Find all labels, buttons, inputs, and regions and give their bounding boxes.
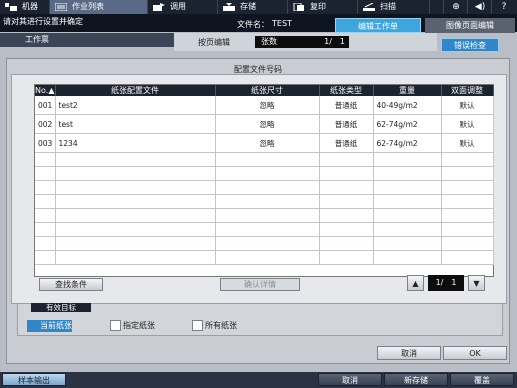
nav-copy[interactable]: 复印: [288, 0, 358, 14]
nav-scan[interactable]: 扫描: [358, 0, 430, 14]
cell-name: test: [55, 114, 216, 134]
checkbox-icon: [110, 320, 121, 331]
column-header-size[interactable]: 纸张尺寸: [215, 85, 320, 96]
empty-row: [35, 208, 494, 223]
valid-target-title: 有效目标: [31, 303, 91, 312]
nav-label: 机器: [22, 2, 38, 11]
cell-weight: 62-74g/m2: [373, 114, 442, 134]
dialog-ok-button[interactable]: OK: [443, 346, 507, 360]
cell-size: 忽略: [215, 133, 320, 153]
cell-size: 忽略: [215, 114, 320, 134]
search-conditions-button[interactable]: 查找条件: [39, 278, 103, 291]
valid-target-group: 有效目标 当前纸张 指定纸张 所有纸张: [17, 303, 503, 336]
recall-icon: [153, 3, 165, 11]
dialog-content-panel: No.▲ 纸张配置文件 纸张尺寸 纸张类型 重量 双面调整 001 test2 …: [11, 74, 507, 304]
error-check-button[interactable]: 错误检查: [441, 38, 499, 52]
filename-value: TEST: [272, 19, 292, 28]
page-down-button[interactable]: ▼: [468, 275, 485, 291]
cell-name: 1234: [55, 133, 216, 153]
page-edit-label: 按页编辑: [198, 38, 230, 47]
option-label: 所有纸张: [205, 321, 237, 330]
column-header-duplex[interactable]: 双面调整: [441, 85, 494, 96]
table-row[interactable]: 001 test2 忽略 普通纸 40-49g/m2 默认: [35, 96, 494, 115]
page-up-button[interactable]: ▲: [407, 275, 424, 291]
column-header-weight[interactable]: 重量: [373, 85, 442, 96]
nav-label: 扫描: [380, 2, 396, 11]
empty-row: [35, 152, 494, 167]
empty-row: [35, 250, 494, 265]
checkbox-icon: [192, 320, 203, 331]
speaker-icon[interactable]: ◀): [467, 0, 492, 14]
overwrite-button[interactable]: 覆盖: [450, 373, 514, 386]
empty-row: [35, 166, 494, 181]
cell-name: test2: [55, 96, 216, 115]
option-current-paper[interactable]: 当前纸张: [27, 320, 97, 332]
triangle-down-icon: ▼: [473, 279, 480, 288]
nav-label: 作业列表: [72, 2, 104, 11]
table-row[interactable]: 003 1234 忽略 普通纸 62-74g/m2 默认: [35, 133, 494, 153]
nav-label: 复印: [310, 2, 326, 11]
help-icon[interactable]: ?: [491, 0, 516, 14]
cell-no: 001: [35, 96, 56, 115]
status-message: 请对其进行设置并确定: [3, 17, 83, 26]
sample-output-button[interactable]: 样本输出: [2, 373, 66, 386]
cell-type: 普通纸: [319, 96, 374, 115]
empty-row: [35, 180, 494, 195]
dialog-cancel-button[interactable]: 取消: [377, 346, 441, 360]
job-ticket-header: 工作票: [0, 33, 174, 47]
mode-bar: 按页编辑 张数 1/ 1: [174, 33, 437, 51]
nav-label: 调用: [170, 2, 186, 11]
option-specified-paper[interactable]: 指定纸张: [110, 320, 180, 332]
triangle-up-icon: ▲: [412, 279, 419, 288]
cancel-button[interactable]: 取消: [318, 373, 382, 386]
option-label: 指定纸张: [123, 321, 155, 330]
storage-icon: [223, 3, 235, 11]
profile-table: No.▲ 纸张配置文件 纸张尺寸 纸张类型 重量 双面调整 001 test2 …: [34, 84, 494, 277]
job-list-icon: [55, 3, 67, 11]
sheet-count-display: 张数 1/ 1: [255, 36, 349, 48]
machine-icon: [5, 3, 17, 11]
cell-size: 忽略: [215, 96, 320, 115]
cell-weight: 40-49g/m2: [373, 96, 442, 115]
empty-row: [35, 194, 494, 209]
nav-job-list[interactable]: 作业列表: [50, 0, 148, 14]
cell-type: 普通纸: [319, 133, 374, 153]
globe-icon[interactable]: ⊕: [443, 0, 468, 14]
table-row[interactable]: 002 test 忽略 普通纸 62-74g/m2 默认: [35, 114, 494, 134]
cell-duplex: 默认: [441, 133, 494, 153]
tab-image-page-edit[interactable]: 图像页面编辑: [425, 18, 515, 33]
scan-icon: [363, 3, 375, 11]
column-header-no[interactable]: No.▲: [35, 85, 56, 96]
count-label: 张数: [261, 37, 277, 46]
nav-storage[interactable]: 存储: [218, 0, 288, 14]
nav-machine[interactable]: 机器: [0, 0, 50, 14]
cell-duplex: 默认: [441, 114, 494, 134]
nav-recall[interactable]: 调用: [148, 0, 218, 14]
empty-row: [35, 236, 494, 251]
cell-duplex: 默认: [441, 96, 494, 115]
new-save-button[interactable]: 新存储: [384, 373, 448, 386]
option-all-paper[interactable]: 所有纸张: [192, 320, 262, 332]
tab-edit-job[interactable]: 编辑工作单: [335, 18, 421, 33]
table-header-row: No.▲ 纸张配置文件 纸张尺寸 纸张类型 重量 双面调整: [35, 85, 494, 96]
filename-label: 文件名：: [237, 20, 269, 29]
count-value: 1/ 1: [324, 37, 345, 46]
cell-weight: 62-74g/m2: [373, 133, 442, 153]
cell-no: 002: [35, 114, 56, 134]
copy-icon: [293, 3, 305, 11]
empty-row: [35, 222, 494, 237]
page-indicator: 1/ 1: [428, 275, 464, 291]
option-label: 当前纸张: [27, 320, 72, 332]
confirm-details-button[interactable]: 确认详情: [220, 278, 300, 291]
column-header-type[interactable]: 纸张类型: [319, 85, 374, 96]
column-header-profile[interactable]: 纸张配置文件: [55, 85, 216, 96]
cell-no: 003: [35, 133, 56, 153]
cell-type: 普通纸: [319, 114, 374, 134]
top-nav-bar: 机器 作业列表 调用 存储 复印 扫描 ⊕ ◀) ?: [0, 0, 517, 14]
nav-label: 存储: [240, 2, 256, 11]
profile-number-dialog: 配置文件号码 No.▲ 纸张配置文件 纸张尺寸 纸张类型 重量 双面调整 001…: [6, 58, 510, 364]
